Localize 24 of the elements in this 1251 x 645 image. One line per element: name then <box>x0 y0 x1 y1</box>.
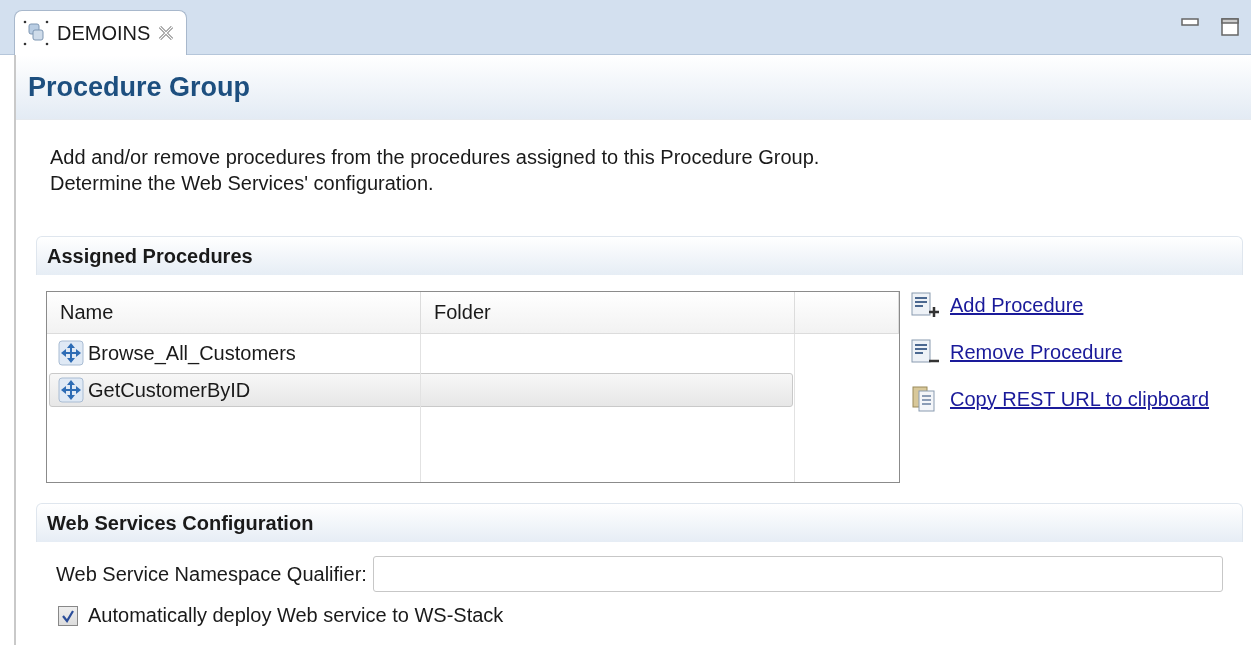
table-row[interactable]: Browse_All_Customers <box>49 335 793 371</box>
checkbox-label: Automatically deploy Web service to WS-Stack <box>88 604 504 627</box>
action-link[interactable]: Copy REST URL to clipboard <box>910 385 1209 413</box>
field-label: Web Service Namespace Qualifier: <box>56 562 367 586</box>
column-header[interactable]: Name <box>47 292 421 334</box>
minimize-icon[interactable] <box>1181 18 1199 26</box>
editor-tab[interactable]: DEMOINS <box>14 10 188 55</box>
add-list-icon <box>910 291 940 319</box>
description-text: Add and/or remove procedures from the procedures assigned to this Procedure Group. Determine the Web Services' configuration. <box>50 145 821 196</box>
section-title: Assigned Procedures <box>36 236 1243 275</box>
maximize-icon[interactable] <box>1221 18 1239 36</box>
procedure-name: Browse_All_Customers <box>88 341 296 365</box>
action-link[interactable]: Remove Procedure <box>910 338 1209 366</box>
action-link[interactable]: Add Procedure <box>910 291 1209 319</box>
procedure-icon <box>58 340 84 366</box>
procedure-icon <box>58 377 84 403</box>
procedure-name: GetCustomerByID <box>88 378 251 402</box>
namespace-field[interactable] <box>372 556 1223 592</box>
checkbox[interactable] <box>58 605 78 626</box>
remove-list-icon <box>910 338 940 366</box>
editor-icon <box>23 19 49 47</box>
section-title: Web Services Configuration <box>36 503 1243 542</box>
column-header[interactable]: Folder <box>421 292 795 334</box>
table-row[interactable]: GetCustomerByID <box>49 373 793 407</box>
